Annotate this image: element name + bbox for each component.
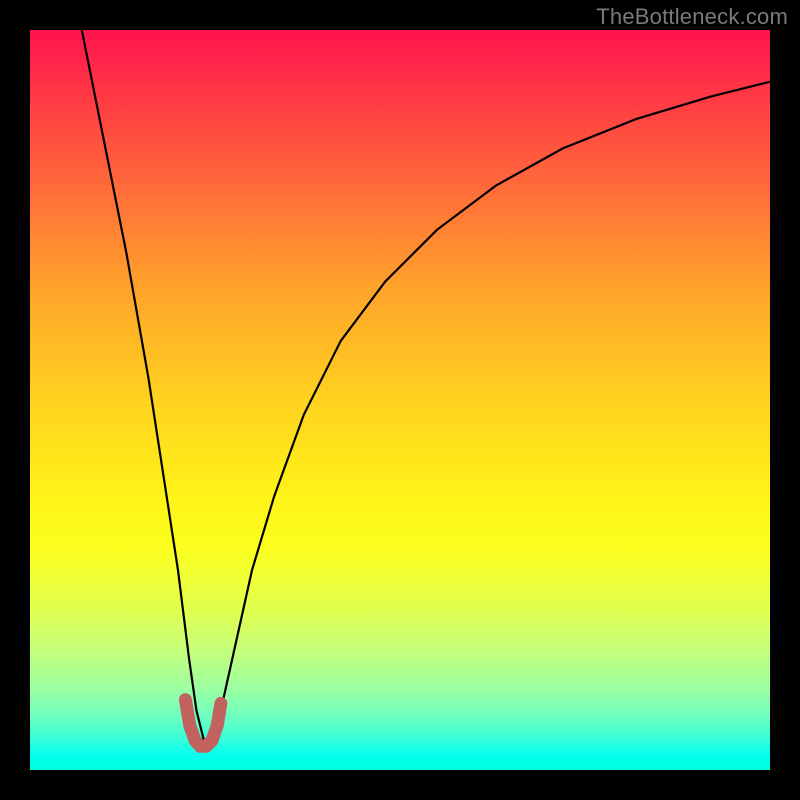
chart-frame: TheBottleneck.com xyxy=(0,0,800,800)
attribution-text: TheBottleneck.com xyxy=(596,4,788,30)
plot-area xyxy=(30,30,770,770)
bottleneck-curve xyxy=(82,30,770,740)
chart-svg xyxy=(30,30,770,770)
